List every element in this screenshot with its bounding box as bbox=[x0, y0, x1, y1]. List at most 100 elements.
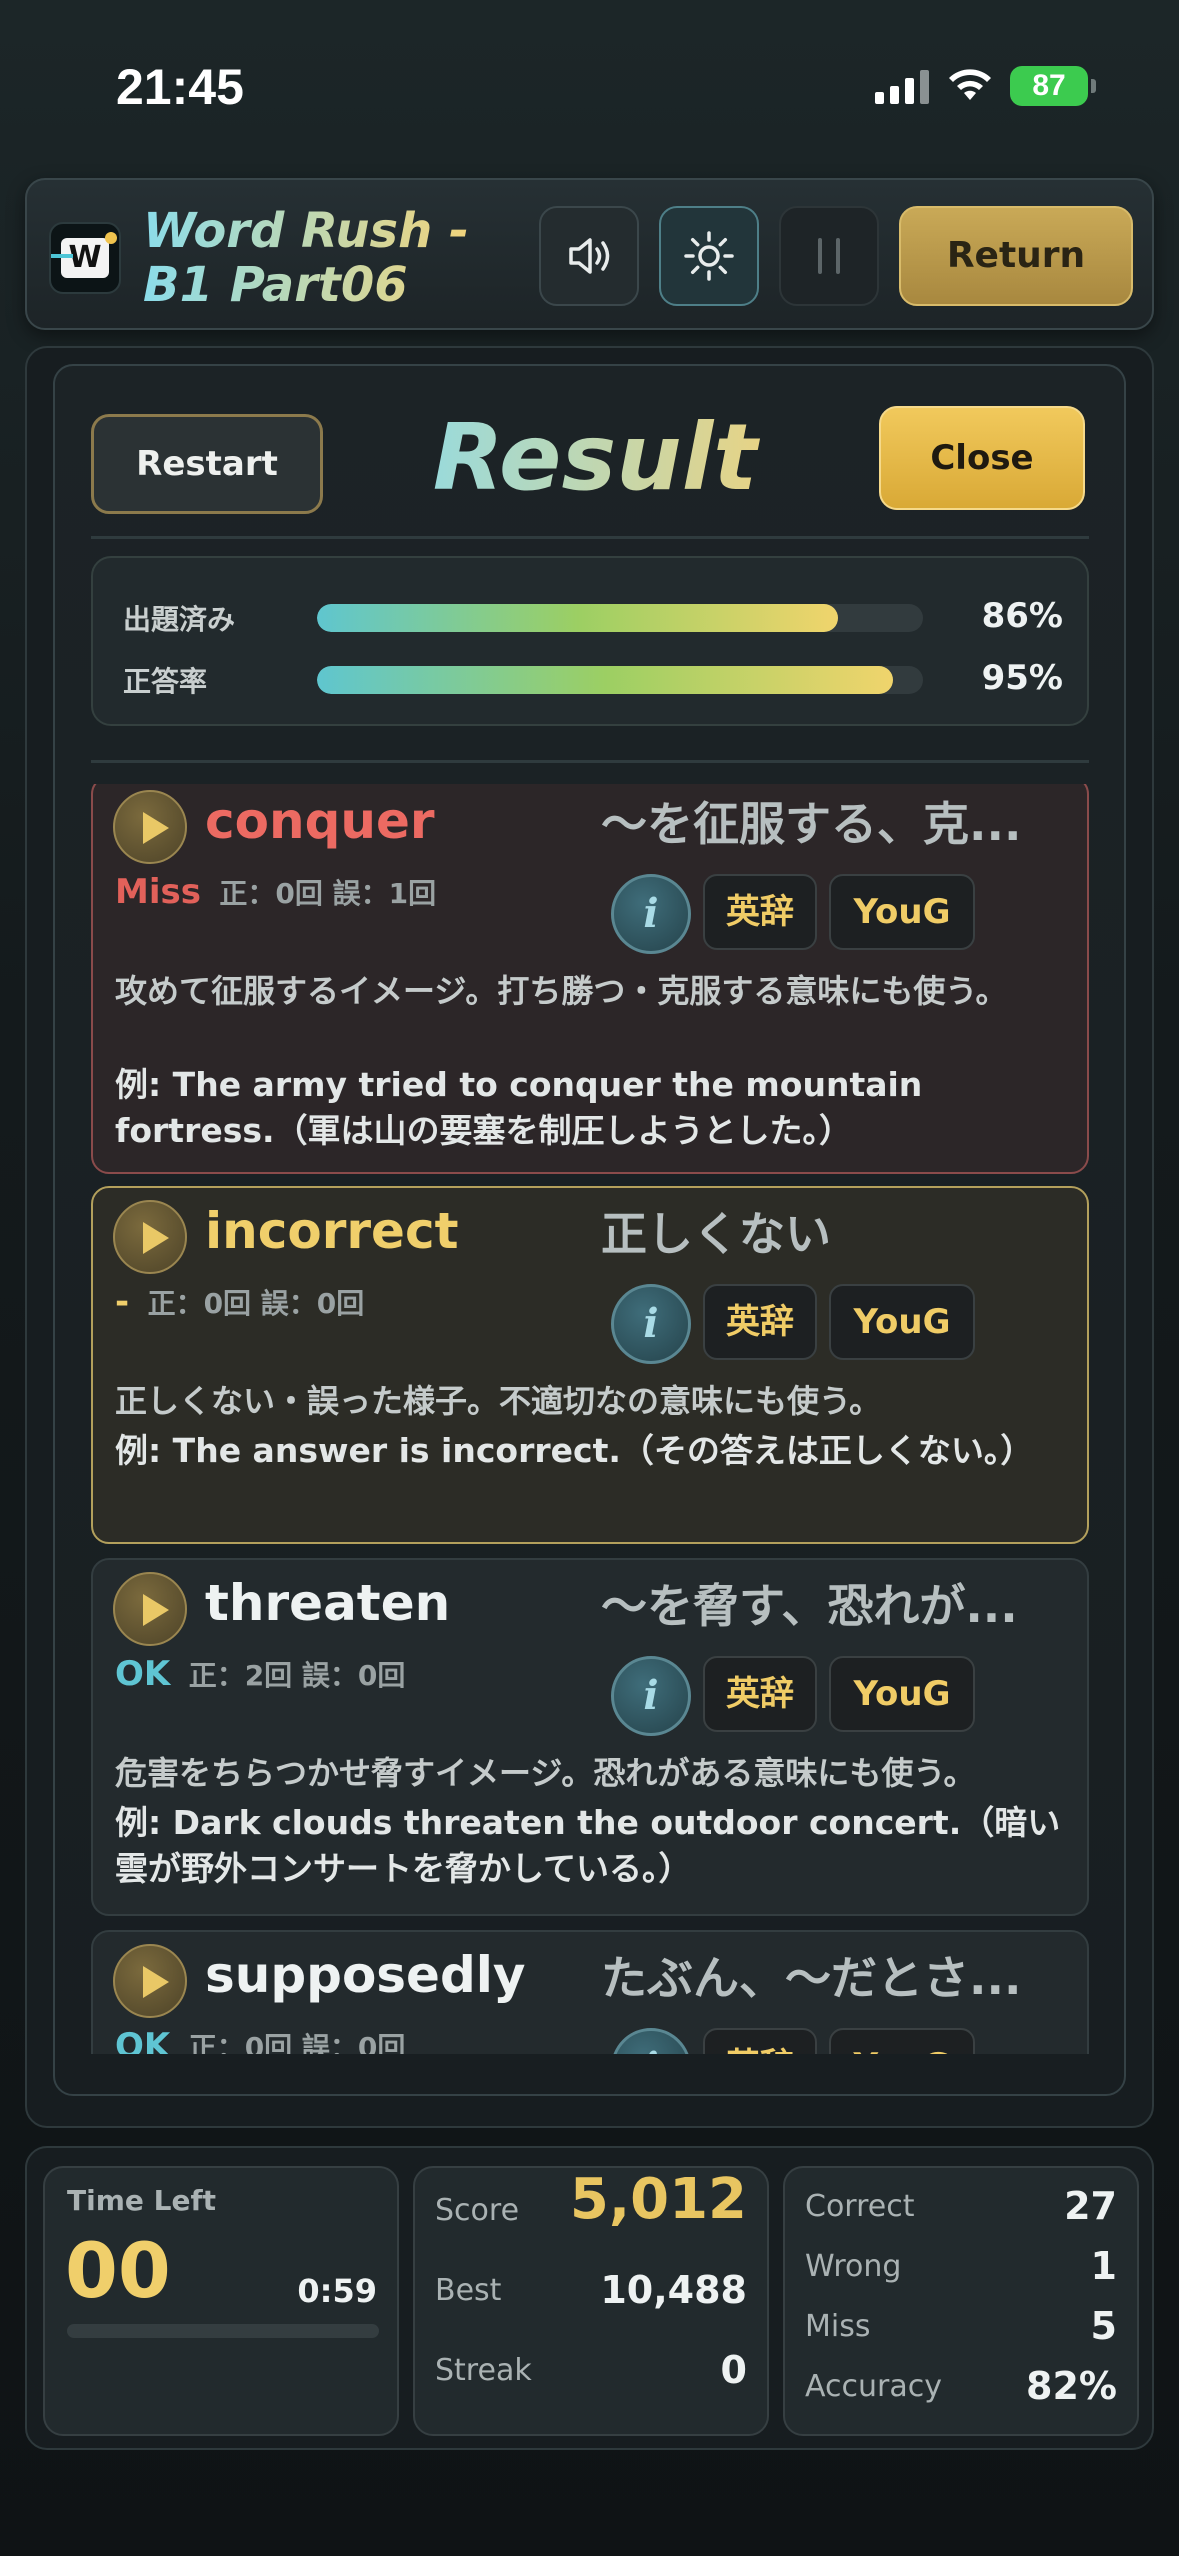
word-meaning: たぶん、〜だとさ... bbox=[601, 1951, 1022, 2005]
progress-row-asked: 出題済み 86% bbox=[123, 596, 1063, 636]
divider bbox=[91, 760, 1089, 763]
status-time: 21:45 bbox=[116, 59, 244, 115]
app-logo: W bbox=[49, 222, 121, 294]
info-icon[interactable]: i bbox=[611, 874, 691, 954]
theme-toggle-button[interactable] bbox=[659, 206, 759, 306]
score-box: Score 5,012 Best 10,488 Streak 0 bbox=[413, 2166, 769, 2436]
speaker-icon bbox=[569, 238, 610, 274]
time-left-small: 0:59 bbox=[297, 2272, 377, 2310]
play-icon[interactable] bbox=[113, 1200, 187, 1274]
play-icon[interactable] bbox=[113, 790, 187, 864]
word-list[interactable]: conquer 〜を征服する、克... Miss 正：0回 誤：1回 i 英辞 … bbox=[91, 784, 1089, 2054]
youg-button[interactable]: YouG bbox=[829, 1284, 975, 1360]
play-icon[interactable] bbox=[113, 1572, 187, 1646]
time-left-box: Time Left 00 0:59 bbox=[43, 2166, 399, 2436]
return-button[interactable]: Return bbox=[899, 206, 1133, 306]
app-title: Word Rush - B1 Part06 bbox=[143, 204, 473, 312]
word-status: - 正：0回 誤：0回 bbox=[115, 1282, 364, 1322]
info-icon[interactable]: i bbox=[611, 1284, 691, 1364]
progress-summary: 出題済み 86% 正答率 95% bbox=[91, 556, 1089, 726]
status-bar: 21:45 87 bbox=[0, 0, 1179, 170]
miss-value: 5 bbox=[1090, 2304, 1117, 2348]
eiji-button[interactable]: 英辞 bbox=[703, 2028, 817, 2054]
word-text: conquer bbox=[205, 792, 435, 850]
progress-label: 正答率 bbox=[123, 665, 208, 698]
progress-label: 出題済み bbox=[123, 603, 236, 636]
miss-label: Miss bbox=[805, 2309, 871, 2344]
best-label: Best bbox=[435, 2273, 502, 2308]
answer-counts: 正：0回 誤：0回 bbox=[188, 2031, 406, 2054]
close-button[interactable]: Close bbox=[879, 406, 1085, 510]
info-icon[interactable]: i bbox=[611, 1656, 691, 1736]
youg-button[interactable]: YouG bbox=[829, 874, 975, 950]
word-text: supposedly bbox=[205, 1946, 526, 2004]
progress-fill bbox=[317, 604, 839, 632]
sun-icon bbox=[684, 231, 734, 281]
word-description: 正しくない・誤った様子。不適切なの意味にも使う。 bbox=[115, 1382, 882, 1420]
result-panel: Restart Result Close 出題済み 86% 正答率 95% co… bbox=[25, 346, 1154, 2128]
youg-button[interactable]: YouG bbox=[829, 2028, 975, 2054]
status-label: - bbox=[115, 1282, 130, 1322]
eiji-button[interactable]: 英辞 bbox=[703, 874, 817, 950]
result-title: Result bbox=[385, 400, 805, 516]
answer-counts: 正：0回 誤：1回 bbox=[219, 877, 437, 910]
eiji-button[interactable]: 英辞 bbox=[703, 1656, 817, 1732]
progress-row-accuracy: 正答率 95% bbox=[123, 658, 1063, 698]
word-example: 例: Dark clouds threaten the outdoor conc… bbox=[115, 1803, 1061, 1888]
app-header: W Word Rush - B1 Part06 Return bbox=[25, 178, 1154, 330]
progress-track bbox=[317, 604, 923, 632]
wifi-icon bbox=[949, 69, 991, 100]
word-meaning: 正しくない bbox=[601, 1207, 831, 1261]
wrong-label: Wrong bbox=[805, 2249, 902, 2284]
score-label: Score bbox=[435, 2193, 520, 2228]
result-card: Restart Result Close 出題済み 86% 正答率 95% co… bbox=[53, 364, 1126, 2096]
time-left-big: 00 bbox=[65, 2226, 171, 2315]
status-label: OK bbox=[115, 1654, 171, 1694]
streak-row: Streak 0 bbox=[435, 2344, 747, 2394]
time-left-bar bbox=[67, 2324, 379, 2338]
logo-w-icon: W bbox=[51, 232, 117, 278]
word-meaning: 〜を脅す、恐れが... bbox=[601, 1579, 1018, 1633]
word-status: OK 正：2回 誤：0回 bbox=[115, 1654, 405, 1694]
battery-icon: 87 bbox=[1010, 66, 1096, 106]
word-card: threaten 〜を脅す、恐れが... OK 正：2回 誤：0回 i 英辞 Y… bbox=[91, 1558, 1089, 1916]
correct-value: 27 bbox=[1064, 2184, 1117, 2228]
info-icon[interactable]: i bbox=[611, 2028, 691, 2054]
restart-button[interactable]: Restart bbox=[91, 414, 323, 514]
correct-label: Correct bbox=[805, 2189, 915, 2224]
word-example: 例: The army tried to conquer the mountai… bbox=[115, 1065, 923, 1150]
eiji-button[interactable]: 英辞 bbox=[703, 1284, 817, 1360]
status-label: Miss bbox=[115, 872, 201, 912]
play-icon[interactable] bbox=[113, 1944, 187, 2018]
accuracy-value: 82% bbox=[1026, 2364, 1117, 2408]
word-card: conquer 〜を征服する、克... Miss 正：0回 誤：1回 i 英辞 … bbox=[91, 784, 1089, 1174]
accuracy-label: Accuracy bbox=[805, 2369, 942, 2404]
word-card: supposedly たぶん、〜だとさ... OK 正：0回 誤：0回 i 英辞… bbox=[91, 1930, 1089, 2054]
progress-fill bbox=[317, 666, 893, 694]
miss-row: Miss 5 bbox=[805, 2300, 1117, 2350]
wrong-value: 1 bbox=[1090, 2244, 1117, 2288]
pause-button[interactable] bbox=[779, 206, 879, 306]
score-row: Score 5,012 bbox=[435, 2167, 747, 2234]
streak-value: 0 bbox=[720, 2348, 747, 2392]
best-row: Best 10,488 bbox=[435, 2264, 747, 2314]
progress-track bbox=[317, 666, 923, 694]
word-text: incorrect bbox=[205, 1202, 459, 1260]
cellular-signal-icon bbox=[875, 68, 929, 104]
time-left-label: Time Left bbox=[67, 2184, 217, 2217]
status-label: OK bbox=[115, 2026, 171, 2054]
stats-bar: Time Left 00 0:59 Score 5,012 Best 10,48… bbox=[25, 2146, 1154, 2450]
accuracy-row: Accuracy 82% bbox=[805, 2360, 1117, 2410]
word-description: 攻めて征服するイメージ。打ち勝つ・克服する意味にも使う。 bbox=[115, 972, 1008, 1010]
progress-value: 86% bbox=[981, 596, 1063, 636]
divider bbox=[91, 536, 1089, 539]
streak-label: Streak bbox=[435, 2353, 532, 2388]
pause-icon bbox=[818, 238, 840, 274]
word-example: 例: The answer is incorrect.（その答えは正しくない。） bbox=[115, 1431, 1034, 1470]
word-status: OK 正：0回 誤：0回 bbox=[115, 2026, 405, 2054]
sound-button[interactable] bbox=[539, 206, 639, 306]
best-value: 10,488 bbox=[600, 2268, 747, 2312]
word-description: 危害をちらつかせ脅すイメージ。恐れがある意味にも使う。 bbox=[115, 1754, 976, 1792]
youg-button[interactable]: YouG bbox=[829, 1656, 975, 1732]
score-value: 5,012 bbox=[569, 2167, 747, 2232]
